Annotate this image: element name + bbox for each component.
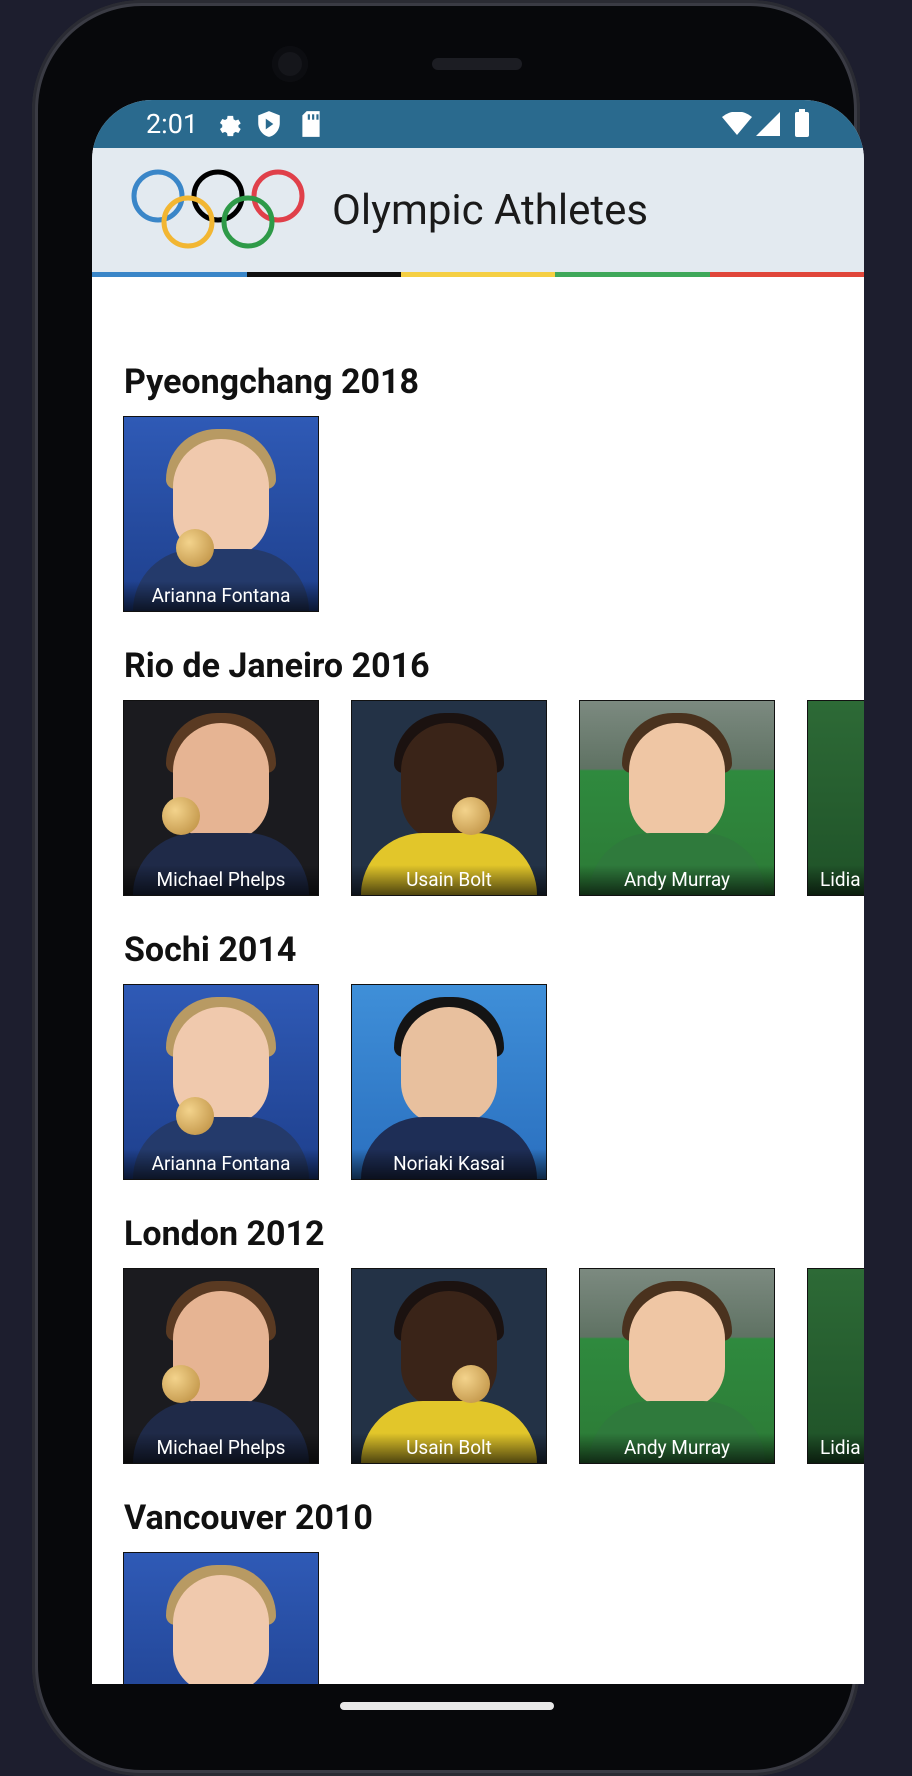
athlete-name: Andy Murray [580, 1433, 774, 1463]
olympic-rings-icon [131, 169, 305, 249]
section-title: Sochi 2014 [124, 930, 297, 970]
athlete-card[interactable]: Andy Murray [579, 700, 775, 896]
battery-icon [795, 109, 809, 137]
section-title: Pyeongchang 2018 [124, 362, 420, 402]
signal-icon [756, 112, 780, 136]
section-title: Rio de Janeiro 2016 [124, 646, 430, 686]
wifi-icon [722, 112, 752, 135]
athlete-name: Usain Bolt [352, 1433, 546, 1463]
athlete-list[interactable]: Pyeongchang 2018 Arianna Fontana Rio de … [92, 277, 864, 1684]
athlete-card[interactable]: Andy Murray [579, 1268, 775, 1464]
screen: 2:01 Olympic Athletes Pyeongchang 2018 A… [92, 100, 864, 1684]
athlete-card[interactable]: Lidia [807, 1268, 864, 1464]
athlete-card[interactable]: Noriaki Kasai [351, 984, 547, 1180]
athlete-name: Lidia [808, 1433, 864, 1463]
athlete-name: Lidia [808, 865, 864, 895]
gear-icon [219, 115, 241, 137]
athlete-name: Michael Phelps [124, 865, 318, 895]
earpiece-speaker [432, 58, 522, 70]
athlete-card[interactable]: Usain Bolt [351, 1268, 547, 1464]
athlete-card[interactable]: Arianna Fontana [123, 984, 319, 1180]
athlete-name: Andy Murray [580, 865, 774, 895]
front-camera [272, 46, 308, 82]
athlete-card[interactable]: Michael Phelps [123, 1268, 319, 1464]
athlete-card[interactable]: Michael Phelps [123, 700, 319, 896]
athlete-name: Arianna Fontana [124, 1149, 318, 1179]
status-time: 2:01 [146, 108, 199, 140]
shield-icon [258, 111, 280, 137]
section-title: London 2012 [124, 1214, 325, 1254]
athlete-name: Usain Bolt [352, 865, 546, 895]
athlete-name: Michael Phelps [124, 1433, 318, 1463]
sd-card-icon [302, 111, 320, 137]
section-title: Vancouver 2010 [124, 1498, 373, 1538]
athlete-card[interactable]: Lidia [807, 700, 864, 896]
status-bar: 2:01 [92, 100, 864, 148]
athlete-card[interactable]: Arianna Fontana [123, 416, 319, 612]
phone-frame: 2:01 Olympic Athletes Pyeongchang 2018 A… [32, 0, 864, 1776]
app-toolbar: Olympic Athletes [92, 148, 864, 272]
athlete-name: Noriaki Kasai [352, 1149, 546, 1179]
athlete-card[interactable] [123, 1552, 319, 1684]
athlete-card[interactable]: Usain Bolt [351, 700, 547, 896]
app-title: Olympic Athletes [332, 186, 649, 235]
home-indicator[interactable] [340, 1702, 554, 1710]
athlete-name: Arianna Fontana [124, 581, 318, 611]
